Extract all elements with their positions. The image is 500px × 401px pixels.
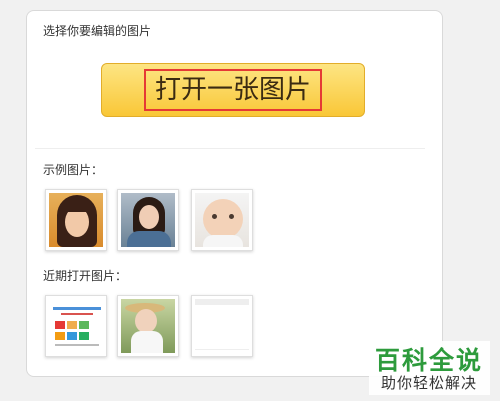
recent-photo-2 [121, 299, 175, 353]
example-thumbnail-2[interactable] [117, 189, 179, 251]
examples-title: 示例图片： [43, 163, 104, 177]
example-photo-2 [121, 193, 175, 247]
recent-title: 近期打开图片： [43, 269, 128, 283]
section-divider [35, 148, 425, 149]
open-image-button-label: 打开一张图片 [144, 69, 322, 111]
watermark-badge: 百科全说 助你轻松解决 [369, 341, 490, 395]
example-thumbnail-3[interactable] [191, 189, 253, 251]
example-thumbnail-1[interactable] [45, 189, 107, 251]
example-photo-3 [195, 193, 249, 247]
image-picker-panel: 选择你要编辑的图片 打开一张图片 示例图片： 近期打开图片： [26, 10, 443, 377]
watermark-tagline: 助你轻松解决 [381, 374, 478, 392]
recent-thumbnail-3[interactable] [191, 295, 253, 357]
recent-thumbnail-2[interactable] [117, 295, 179, 357]
open-image-button[interactable]: 打开一张图片 [101, 63, 365, 117]
recent-photo-3 [195, 299, 249, 353]
recent-photo-1 [49, 299, 103, 353]
recent-thumbnail-1[interactable] [45, 295, 107, 357]
panel-title: 选择你要编辑的图片 [43, 24, 152, 38]
example-photo-1 [49, 193, 103, 247]
